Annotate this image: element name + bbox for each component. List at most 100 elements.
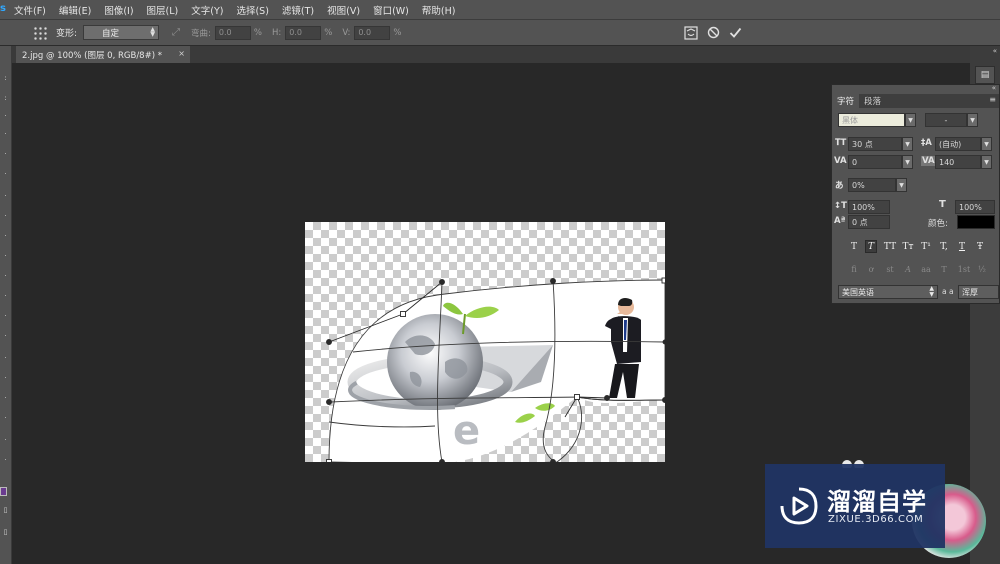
history-panel-icon[interactable]: ▤ — [975, 66, 995, 84]
font-size-field[interactable]: 30 点 — [848, 137, 902, 151]
tracking-icon: VA — [921, 156, 936, 166]
ordinals-button[interactable]: 1st — [956, 263, 972, 276]
blur-tool-icon[interactable]: · — [1, 312, 10, 321]
move-tool-icon[interactable]: : — [1, 74, 10, 83]
cancel-transform-icon[interactable] — [704, 24, 722, 42]
discretionary-ligature-button[interactable]: ơ — [865, 263, 877, 276]
screen-mode-icon[interactable]: ▯ — [1, 528, 10, 537]
options-bar: 变形: 自定 ▲ ▼ ⤢ 弯曲: 0.0 % H: 0.0 % V: 0.0 % — [0, 20, 1000, 46]
superscript-button[interactable]: T¹ — [920, 240, 932, 253]
faux-bold-button[interactable]: T — [848, 240, 860, 253]
font-family-dropdown-icon[interactable]: ▼ — [905, 113, 916, 127]
menu-filter[interactable]: 滤镜(T) — [282, 3, 314, 17]
language-select[interactable]: 美国英语 ▲ ▼ — [838, 285, 938, 299]
horizontal-scale-field[interactable]: 100% — [955, 200, 995, 214]
menu-layer[interactable]: 图层(L) — [147, 3, 179, 17]
menu-window[interactable]: 窗口(W) — [373, 3, 409, 17]
leading-icon: ‡A — [921, 138, 932, 148]
font-style-field[interactable]: - — [925, 113, 967, 127]
foreground-color-swatch[interactable] — [0, 487, 7, 496]
language-arrows-icon: ▲ ▼ — [929, 285, 934, 298]
stylistic-alternates-button[interactable]: aa — [920, 263, 932, 276]
kerning-dropdown-icon[interactable]: ▼ — [902, 155, 913, 169]
quick-select-tool-icon[interactable]: · — [1, 130, 10, 139]
panel-collapse-icon[interactable]: « — [992, 84, 996, 92]
fractions-button[interactable]: ½ — [976, 263, 988, 276]
leading-dropdown-icon[interactable]: ▼ — [981, 137, 992, 151]
clone-stamp-tool-icon[interactable]: · — [1, 232, 10, 241]
crop-tool-icon[interactable]: · — [1, 150, 10, 159]
pen-tool-icon[interactable]: · — [1, 354, 10, 363]
shape-tool-icon[interactable]: · — [1, 414, 10, 423]
small-caps-button[interactable]: Tт — [902, 240, 914, 253]
menu-image[interactable]: 图像(I) — [104, 3, 133, 17]
zoom-tool-icon[interactable]: · — [1, 456, 10, 465]
eyedropper-tool-icon[interactable]: · — [1, 170, 10, 179]
close-document-icon[interactable]: × — [178, 49, 185, 58]
healing-brush-tool-icon[interactable]: · — [1, 192, 10, 201]
gradient-tool-icon[interactable]: · — [1, 292, 10, 301]
vertical-scale-field[interactable]: 100% — [848, 200, 890, 214]
text-color-swatch[interactable] — [957, 215, 995, 229]
document-canvas[interactable]: e — [305, 222, 665, 462]
baseline-shift-field[interactable]: 0 点 — [848, 215, 890, 229]
warp-orientation-icon[interactable]: ⤢ — [167, 24, 185, 42]
document-tab[interactable]: 2.jpg @ 100% (图层 0, RGB/8#) * × — [16, 46, 190, 63]
dodge-tool-icon[interactable]: · — [1, 332, 10, 341]
lasso-tool-icon[interactable]: · — [1, 112, 10, 121]
tracking-field[interactable]: 140 — [935, 155, 981, 169]
tsume-field[interactable]: 0% — [848, 178, 896, 192]
font-family-field[interactable]: 黑体 — [838, 113, 905, 127]
kerning-field[interactable]: 0 — [848, 155, 902, 169]
dock-collapse-icon[interactable]: « — [993, 47, 997, 55]
commit-transform-icon[interactable] — [726, 24, 744, 42]
panel-tab-bar: 字符 段落 — [832, 94, 999, 108]
tracking-dropdown-icon[interactable]: ▼ — [981, 155, 992, 169]
swash-button[interactable]: A — [902, 263, 914, 276]
history-brush-tool-icon[interactable]: · — [1, 252, 10, 261]
hand-tool-icon[interactable]: · — [1, 436, 10, 445]
color-label: 颜色: — [928, 219, 948, 229]
contextual-alternates-button[interactable]: st — [884, 263, 896, 276]
panel-menu-icon[interactable]: ≡ — [989, 95, 996, 104]
strikethrough-button[interactable]: Ŧ — [974, 240, 986, 253]
v-distort-input[interactable]: 0.0 — [354, 25, 391, 40]
faux-italic-button[interactable]: T — [865, 240, 877, 253]
all-caps-button[interactable]: TT — [884, 240, 896, 253]
marquee-tool-icon[interactable]: : — [1, 94, 10, 103]
reference-point-grid-icon[interactable] — [32, 24, 48, 41]
h-distort-input[interactable]: 0.0 — [285, 25, 322, 40]
leading-field[interactable]: (自动) — [935, 137, 981, 151]
switch-transform-mode-icon[interactable] — [682, 24, 700, 42]
menu-edit[interactable]: 编辑(E) — [59, 3, 91, 17]
menu-help[interactable]: 帮助(H) — [422, 3, 456, 17]
antialias-select[interactable]: 浑厚 — [958, 285, 999, 299]
watermark-url: ZIXUE.3D66.COM — [828, 514, 924, 525]
play-logo-icon — [780, 487, 818, 525]
path-select-tool-icon[interactable]: · — [1, 394, 10, 403]
document-tab-bar: 2.jpg @ 100% (图层 0, RGB/8#) * × — [12, 46, 970, 63]
titling-alternates-button[interactable]: T — [938, 263, 950, 276]
warped-image-preview[interactable]: e — [305, 222, 665, 462]
subscript-button[interactable]: T, — [938, 240, 950, 253]
menu-view[interactable]: 视图(V) — [327, 3, 360, 17]
ligature-button[interactable]: fi — [848, 263, 860, 276]
warp-label: 变形: — [56, 29, 78, 39]
tab-paragraph[interactable]: 段落 — [859, 94, 886, 108]
eraser-tool-icon[interactable]: · — [1, 272, 10, 281]
quick-mask-icon[interactable]: ▯ — [1, 506, 10, 515]
tsume-dropdown-icon[interactable]: ▼ — [896, 178, 907, 192]
menu-type[interactable]: 文字(Y) — [191, 3, 223, 17]
underline-button[interactable]: T — [956, 240, 968, 253]
menu-file[interactable]: 文件(F) — [14, 3, 46, 17]
font-size-dropdown-icon[interactable]: ▼ — [902, 137, 913, 151]
bend-input[interactable]: 0.0 — [214, 25, 251, 40]
watermark-banner: 溜溜自学 ZIXUE.3D66.COM — [765, 464, 945, 548]
tab-character[interactable]: 字符 — [832, 94, 860, 108]
font-style-dropdown-icon[interactable]: ▼ — [967, 113, 978, 127]
watermark-title: 溜溜自学 — [827, 488, 927, 516]
type-tool-icon[interactable]: · — [1, 374, 10, 383]
brush-tool-icon[interactable]: · — [1, 212, 10, 221]
menu-select[interactable]: 选择(S) — [236, 3, 268, 17]
warp-style-select[interactable]: 自定 ▲ ▼ — [83, 25, 160, 40]
